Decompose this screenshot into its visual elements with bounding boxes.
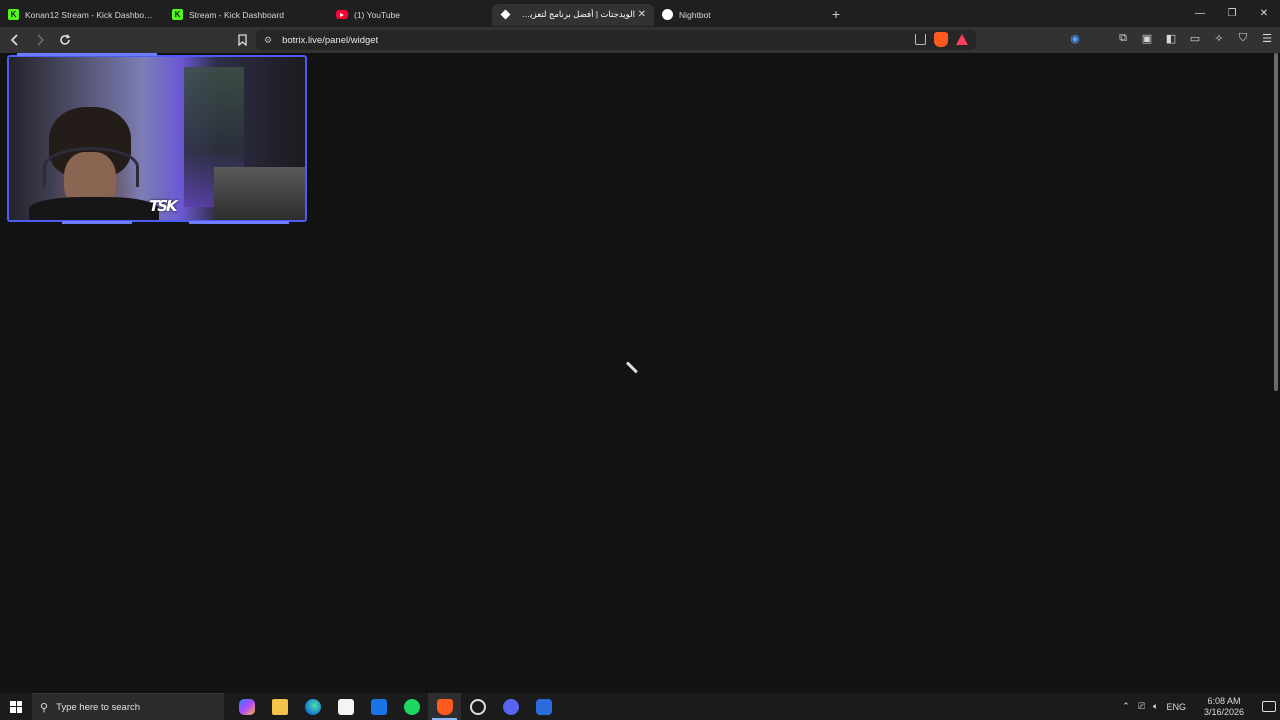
scrollbar-thumb[interactable] — [1274, 53, 1278, 391]
copilot-icon — [238, 698, 255, 715]
taskbar-file-explorer[interactable] — [263, 693, 296, 720]
new-tab-button[interactable]: + — [826, 6, 846, 22]
windows-logo-icon — [10, 700, 22, 713]
volume-icon[interactable]: 🔈︎ — [1153, 701, 1158, 712]
taskbar-apps — [230, 693, 560, 720]
taskbar-edge[interactable] — [296, 693, 329, 720]
tab-label: الويدجتات | أفضل برنامج لتعزيز الـ — [517, 9, 635, 19]
chevron-left-icon — [10, 34, 18, 46]
webcam-overlay: TSK — [7, 53, 309, 225]
frame-accent — [17, 53, 157, 56]
minimize-button[interactable]: — — [1184, 0, 1216, 27]
window-controls: — ❐ ✕ — [1184, 0, 1280, 27]
tab-botrix-widgets[interactable]: الويدجتات | أفضل برنامج لتعزيز الـ ✕ — [492, 3, 654, 26]
tab-label: Stream - Kick Dashboard — [189, 9, 284, 20]
taskbar-copilot[interactable] — [230, 693, 263, 720]
start-button[interactable] — [0, 693, 32, 720]
tasks-icon — [535, 698, 552, 715]
bookmark-button[interactable] — [234, 31, 250, 49]
restore-button[interactable]: ❐ — [1216, 0, 1248, 27]
forward-button[interactable] — [30, 30, 50, 50]
search-placeholder: Type here to search — [56, 701, 141, 713]
kick-icon: K — [8, 9, 19, 20]
share-icon[interactable] — [915, 34, 926, 45]
frame-accent — [62, 221, 132, 224]
store-icon — [337, 698, 354, 715]
tab-manager-icon[interactable]: ▭ — [1188, 31, 1202, 45]
taskbar-obs[interactable] — [461, 693, 494, 720]
back-button[interactable] — [5, 30, 25, 50]
discord-icon — [502, 698, 519, 715]
clock-date: 3/16/2026 — [1203, 706, 1244, 717]
desk — [214, 167, 305, 220]
taskbar-tasks[interactable] — [527, 693, 560, 720]
nightbot-icon — [662, 9, 673, 20]
diamond-icon — [500, 9, 511, 20]
edge-icon — [304, 698, 321, 715]
file-explorer-icon — [271, 698, 288, 715]
clock-time: 6:08 AM — [1207, 695, 1241, 706]
bookmark-icon — [237, 34, 247, 46]
brave-icon — [436, 698, 453, 715]
leo-ai-icon[interactable]: ✧ — [1212, 31, 1226, 45]
taskbar-store[interactable] — [329, 693, 362, 720]
menu-icon[interactable]: ☰ — [1260, 31, 1274, 45]
windows-taskbar: ⚲ Type here to search ⌃ ⎚ 🔈︎ ENG 6:08 AM… — [0, 693, 1280, 720]
taskbar-brave[interactable] — [428, 693, 461, 720]
search-icon: ⚲ — [40, 701, 49, 714]
scrollbar-track[interactable] — [1272, 53, 1280, 693]
frame-accent — [189, 221, 289, 224]
chevron-right-icon — [37, 34, 45, 46]
notifications-icon[interactable] — [1262, 701, 1276, 712]
address-url[interactable]: botrix.live/panel/widget — [282, 35, 378, 46]
reload-icon — [60, 34, 71, 45]
outlook-icon — [370, 698, 387, 715]
network-icon[interactable]: ⎚ — [1138, 701, 1145, 712]
spacer-icon — [1092, 31, 1106, 45]
address-bar[interactable]: ⚙ botrix.live/panel/widget — [256, 30, 976, 50]
reload-button[interactable] — [55, 30, 75, 50]
tab-nightbot[interactable]: Nightbot — [654, 4, 818, 26]
sidebar-toggle-icon[interactable]: ◧ — [1164, 31, 1178, 45]
taskbar-spotify[interactable] — [395, 693, 428, 720]
tab-youtube[interactable]: (1) YouTube — [328, 4, 492, 26]
person-shirt — [29, 197, 159, 220]
taskbar-outlook[interactable] — [362, 693, 395, 720]
tab-label: Nightbot — [679, 9, 711, 20]
taskbar-search[interactable]: ⚲ Type here to search — [32, 693, 224, 720]
tab-label: (1) YouTube — [354, 9, 400, 20]
brave-rewards-icon[interactable] — [956, 34, 968, 45]
audio-playing-icon[interactable]: ◉ — [1068, 31, 1082, 45]
extensions-icon[interactable]: ⧉ — [1116, 31, 1130, 45]
youtube-icon — [336, 10, 348, 19]
tab-strip: K Konan12 Stream - Kick Dashboard K Stre… — [0, 0, 1280, 27]
obs-icon — [469, 698, 486, 715]
site-settings-icon[interactable]: ⚙ — [264, 35, 272, 46]
toolbar-actions: ◉ ⧉ ▣ ◧ ▭ ✧ ⛉ ☰ — [1068, 31, 1274, 45]
kick-icon: K — [172, 9, 183, 20]
headset — [43, 147, 139, 187]
address-bar-actions — [915, 32, 968, 47]
wallet-icon[interactable]: ▣ — [1140, 31, 1154, 45]
tab-kick-dashboard-stream[interactable]: K Stream - Kick Dashboard — [164, 4, 328, 26]
clock[interactable]: 6:08 AM 3/16/2026 — [1200, 696, 1248, 718]
browser-toolbar: ⚙ botrix.live/panel/widget ◉ ⧉ ▣ ◧ ▭ ✧ ⛉… — [0, 27, 1280, 53]
tray-overflow-icon[interactable]: ⌃ — [1122, 701, 1130, 712]
taskbar-discord[interactable] — [494, 693, 527, 720]
language-indicator[interactable]: ENG — [1166, 702, 1186, 712]
tab-label: Konan12 Stream - Kick Dashboard — [25, 9, 156, 20]
brave-shields-icon[interactable] — [934, 32, 948, 47]
vpn-shield-icon[interactable]: ⛉ — [1236, 31, 1250, 45]
tab-kick-dashboard-konan[interactable]: K Konan12 Stream - Kick Dashboard — [0, 4, 164, 26]
spotify-icon — [403, 698, 420, 715]
close-window-button[interactable]: ✕ — [1248, 0, 1280, 27]
close-tab-icon[interactable]: ✕ — [638, 9, 646, 20]
system-tray: ⌃ ⎚ 🔈︎ ENG 6:08 AM 3/16/2026 — [1118, 693, 1280, 720]
